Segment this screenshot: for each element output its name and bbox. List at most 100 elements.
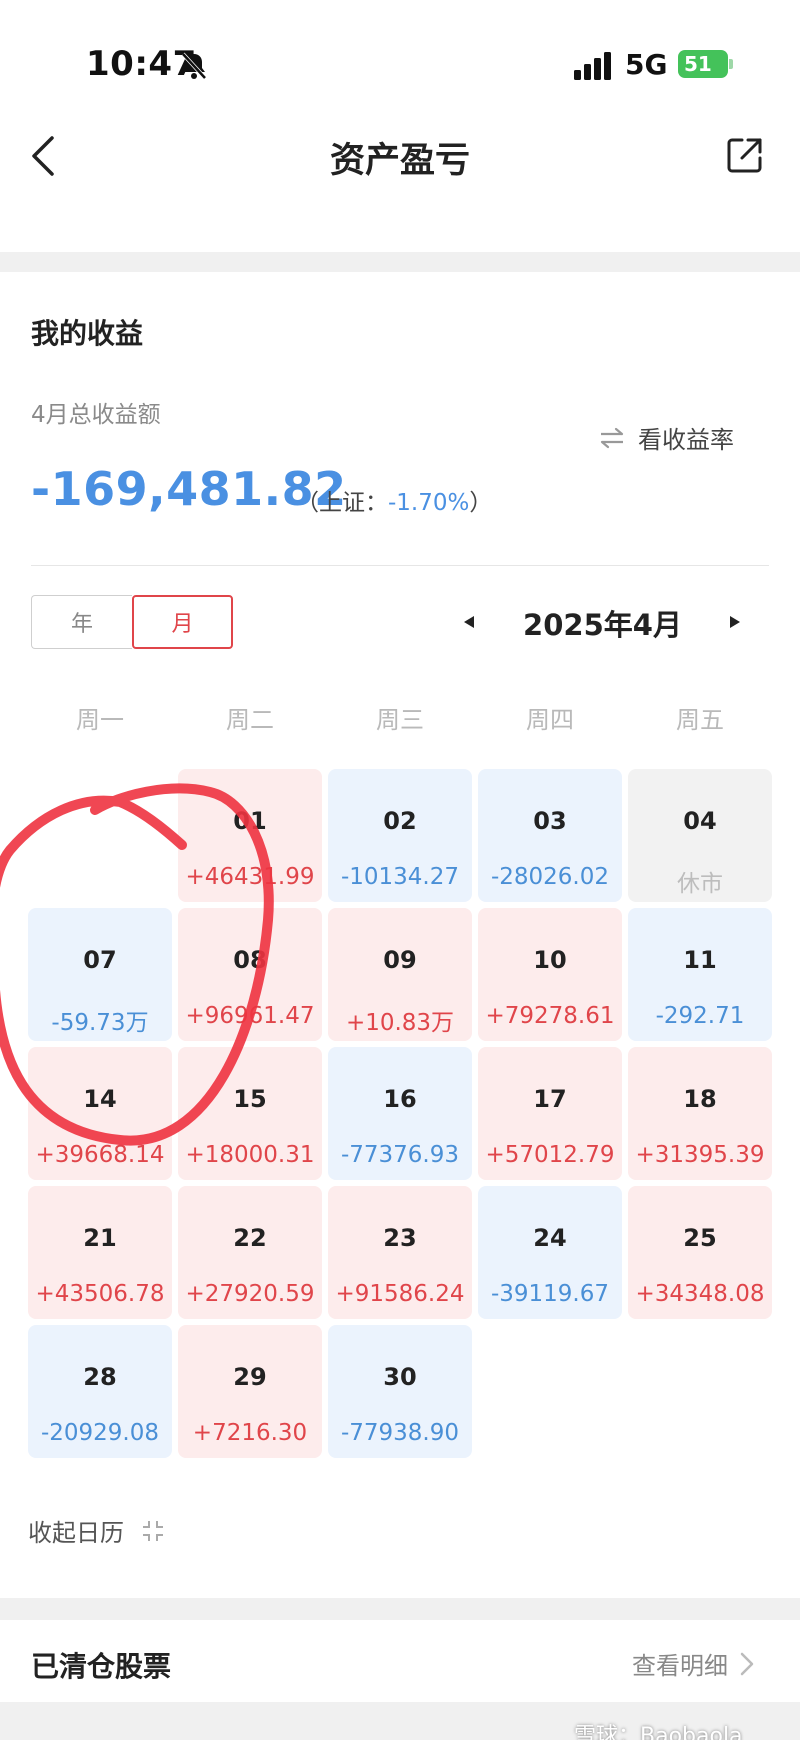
calendar-day-profit: +39668.14 xyxy=(35,1142,165,1168)
collapse-arrows-icon xyxy=(143,1520,163,1541)
calendar-day-number: 21 xyxy=(83,1224,117,1252)
calendar-day-cell[interactable]: 07 -59.73万 xyxy=(28,908,172,1041)
chevron-right-icon xyxy=(740,1652,754,1675)
calendar-day-profit: 休市 xyxy=(677,871,723,897)
calendar-day-cell[interactable]: 25 +34348.08 xyxy=(628,1186,772,1319)
calendar-day-number: 23 xyxy=(383,1224,417,1252)
calendar-day-profit: +43506.78 xyxy=(35,1281,165,1307)
calendar-day-cell[interactable]: 11 -292.71 xyxy=(628,908,772,1041)
calendar-day-profit: +57012.79 xyxy=(485,1142,615,1168)
calendar-day-profit: -77938.90 xyxy=(340,1420,460,1446)
calendar-day-number: 02 xyxy=(383,807,417,835)
calendar-day-number: 29 xyxy=(233,1363,267,1391)
collapse-calendar-label: 收起日历 xyxy=(28,1519,124,1547)
section-separator xyxy=(0,1598,800,1620)
calendar-day-number: 11 xyxy=(683,946,717,974)
index-prefix: （上证： xyxy=(296,490,388,516)
calendar-day-number: 28 xyxy=(83,1363,117,1391)
page-title: 资产盈亏 xyxy=(329,141,470,181)
calendar-day-cell[interactable]: 02 -10134.27 xyxy=(328,769,472,902)
calendar-day-profit: -10134.27 xyxy=(340,864,460,890)
total-earnings-label: 4月总收益额 xyxy=(31,402,161,428)
calendar-day-profit: -77376.93 xyxy=(340,1142,460,1168)
calendar-day-profit: -39119.67 xyxy=(490,1281,610,1307)
section-separator xyxy=(0,252,800,272)
calendar-day-profit: +7216.30 xyxy=(192,1420,308,1446)
calendar-day-cell[interactable]: 03 -28026.02 xyxy=(478,769,622,902)
weekday-tuesday: 周二 xyxy=(226,706,274,734)
cleared-stocks-title: 已清仓股票 xyxy=(31,1650,172,1683)
calendar-day-number: 17 xyxy=(533,1085,567,1113)
earnings-section-title: 我的收益 xyxy=(31,317,144,350)
divider xyxy=(31,565,769,566)
current-month-label: 2025年4月 xyxy=(523,608,682,642)
view-details-link[interactable]: 查看明细 xyxy=(632,1646,756,1681)
share-icon[interactable] xyxy=(726,136,764,174)
calendar-day-cell[interactable]: 10 +79278.61 xyxy=(478,908,622,1041)
calendar-day-number: 30 xyxy=(383,1363,417,1391)
battery-indicator: 51 xyxy=(678,50,728,78)
tab-month[interactable]: 月 xyxy=(132,595,233,649)
calendar-day-cell[interactable]: 18 +31395.39 xyxy=(628,1047,772,1180)
tab-year[interactable]: 年 xyxy=(31,595,132,649)
calendar-day-number: 15 xyxy=(233,1085,267,1113)
next-month-triangle-icon[interactable] xyxy=(724,608,746,636)
calendar-day-cell[interactable]: 16 -77376.93 xyxy=(328,1047,472,1180)
index-change-value: -1.70% xyxy=(388,490,470,516)
calendar-day-cell[interactable]: 28 -20929.08 xyxy=(28,1325,172,1458)
calendar-day-cell[interactable]: 08 +96961.47 xyxy=(178,908,322,1041)
calendar-day-number: 08 xyxy=(233,946,267,974)
calendar-day-profit: +79278.61 xyxy=(485,1003,615,1029)
calendar-day-cell[interactable]: 15 +18000.31 xyxy=(178,1047,322,1180)
calendar-day-cell[interactable]: 24 -39119.67 xyxy=(478,1186,622,1319)
calendar-day-cell[interactable]: 22 +27920.59 xyxy=(178,1186,322,1319)
calendar-day-profit: +91586.24 xyxy=(335,1281,465,1307)
calendar-day-cell[interactable]: 17 +57012.79 xyxy=(478,1047,622,1180)
calendar-day-cell[interactable]: 29 +7216.30 xyxy=(178,1325,322,1458)
calendar-day-cell[interactable]: 09 +10.83万 xyxy=(328,908,472,1041)
calendar-day-number: 04 xyxy=(683,807,717,835)
calendar-day-profit: +34348.08 xyxy=(635,1281,765,1307)
calendar-day-cell[interactable]: 23 +91586.24 xyxy=(328,1186,472,1319)
index-suffix: ） xyxy=(469,490,493,516)
battery-cap xyxy=(729,59,733,69)
bell-muted-icon xyxy=(181,52,207,80)
view-details-label: 查看明细 xyxy=(632,1652,728,1680)
calendar-day-profit: +31395.39 xyxy=(635,1142,765,1168)
calendar-day-cell[interactable]: 21 +43506.78 xyxy=(28,1186,172,1319)
weekday-wednesday: 周三 xyxy=(376,706,424,734)
calendar-day-cell[interactable]: 01 +46431.99 xyxy=(178,769,322,902)
previous-month-triangle-icon[interactable] xyxy=(458,608,480,636)
calendar-day-number: 03 xyxy=(533,807,567,835)
weekday-thursday: 周四 xyxy=(526,706,574,734)
calendar-day-profit: +46431.99 xyxy=(185,864,315,890)
calendar-day-profit: +18000.31 xyxy=(185,1142,315,1168)
view-return-rate-toggle[interactable]: 看收益率 xyxy=(598,420,734,455)
calendar-day-profit: -20929.08 xyxy=(40,1420,160,1446)
calendar-day-number: 14 xyxy=(83,1085,117,1113)
calendar-day-cell[interactable]: 14 +39668.14 xyxy=(28,1047,172,1180)
calendar-day-number: 18 xyxy=(683,1085,717,1113)
calendar-day-profit: +27920.59 xyxy=(185,1281,315,1307)
calendar-day-profit: +10.83万 xyxy=(345,1010,455,1036)
signal-icon xyxy=(574,52,611,80)
calendar-day-number: 22 xyxy=(233,1224,267,1252)
status-bar: 10:47 5G 51 xyxy=(0,0,800,120)
watermark: 雪球：Baobaola xyxy=(574,1724,743,1740)
calendar-day-number: 25 xyxy=(683,1224,717,1252)
collapse-calendar-button[interactable]: 收起日历 xyxy=(28,1513,166,1548)
calendar-day-number: 16 xyxy=(383,1085,417,1113)
calendar-day-number: 09 xyxy=(383,946,417,974)
index-reference: （上证：-1.70%） xyxy=(296,483,492,517)
calendar-day-number: 10 xyxy=(533,946,567,974)
calendar-day-number: 24 xyxy=(533,1224,567,1252)
network-type: 5G xyxy=(625,48,668,81)
calendar-day-cell[interactable]: 30 -77938.90 xyxy=(328,1325,472,1458)
calendar-day-profit: -292.71 xyxy=(655,1003,745,1029)
calendar-day-number: 07 xyxy=(83,946,117,974)
calendar-day-cell[interactable]: 04 休市 xyxy=(628,769,772,902)
swap-icon xyxy=(600,427,624,448)
view-return-rate-label: 看收益率 xyxy=(638,426,734,454)
calendar-day-number: 01 xyxy=(233,807,267,835)
calendar-day-profit: +96961.47 xyxy=(185,1003,315,1029)
